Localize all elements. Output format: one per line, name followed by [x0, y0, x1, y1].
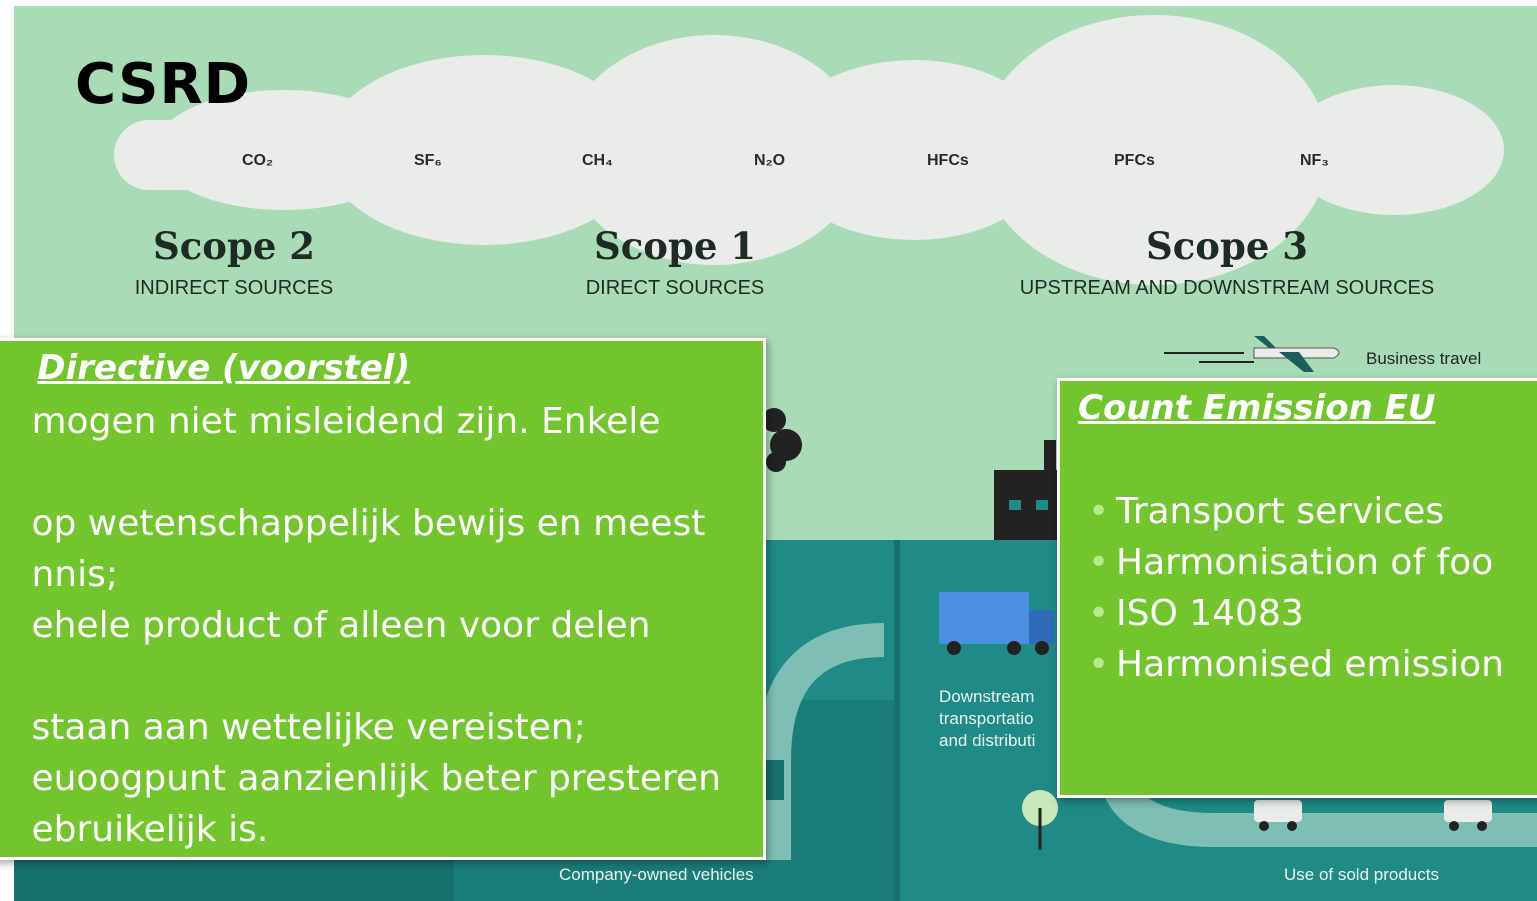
- gas-label: PFCs: [1114, 152, 1155, 169]
- list-item-label: Harmonised emission: [1116, 644, 1504, 685]
- gas-label: HFCs: [927, 152, 969, 169]
- list-item: • Harmonised emission: [1078, 639, 1504, 690]
- callout-line: [31, 447, 721, 498]
- callout-line: nnis;: [31, 554, 118, 595]
- sold-products-label: Use of sold products: [1284, 865, 1439, 884]
- gas-label: CH₄: [582, 152, 613, 169]
- downstream-label: transportatio: [939, 709, 1034, 728]
- top-border: [14, 0, 1537, 6]
- callout-line: ehele product of alleen voor delen: [31, 605, 651, 646]
- list-item: • Transport services: [1078, 486, 1504, 537]
- downstream-label: Downstream: [939, 687, 1034, 706]
- list-item: • ISO 14083: [1078, 588, 1504, 639]
- gas-label: CO₂: [242, 152, 273, 169]
- bullet-icon: •: [1088, 644, 1110, 685]
- callout-line: op wetenschappelijk bewijs en meest: [31, 503, 706, 544]
- callout-line: staan aan wettelijke vereisten;: [31, 707, 586, 748]
- company-vehicles-label: Company-owned vehicles: [559, 865, 754, 884]
- gas-label: N₂O: [754, 152, 785, 169]
- scope-3-title: Scope 3: [1146, 224, 1308, 268]
- scope-2-title: Scope 2: [153, 224, 315, 268]
- list-item: • Harmonisation of foo: [1078, 537, 1504, 588]
- green-claims-callout: Directive (voorstel) mogen niet misleide…: [0, 338, 766, 860]
- scope-3-subtitle: UPSTREAM AND DOWNSTREAM SOURCES: [1019, 277, 1435, 299]
- downstream-label: and distributi: [939, 731, 1035, 750]
- list-item-label: Harmonisation of foo: [1116, 542, 1494, 583]
- list-item-label: Transport services: [1116, 491, 1445, 532]
- scope-1-title: Scope 1: [594, 224, 756, 268]
- list-item-label: ISO 14083: [1116, 593, 1304, 634]
- slide-title: CSRD: [75, 52, 252, 117]
- callout-line: mogen niet misleidend zijn. Enkele: [31, 401, 661, 442]
- callout-line: [31, 651, 721, 702]
- gas-label: SF₆: [414, 152, 442, 169]
- business-travel-label: Business travel: [1366, 349, 1481, 368]
- callout-line: ebruikelijk is.: [31, 809, 269, 850]
- callout-line: euoogpunt aanzienlijk beter presteren: [31, 758, 721, 799]
- callout-list: • Transport services • Harmonisation of fo…: [1078, 486, 1504, 690]
- callout-text: mogen niet misleidend zijn. Enkele op we…: [31, 396, 721, 855]
- callout-heading: Directive (voorstel): [37, 348, 410, 388]
- callout-heading: Count Emission EU: [1078, 388, 1436, 428]
- gas-label: NF₃: [1300, 152, 1329, 169]
- bullet-icon: •: [1088, 593, 1110, 634]
- scope-1-subtitle: DIRECT SOURCES: [585, 277, 765, 299]
- bullet-icon: •: [1088, 542, 1110, 583]
- count-emission-eu-callout: Count Emission EU • Transport services • H…: [1057, 378, 1537, 798]
- bullet-icon: •: [1088, 491, 1110, 532]
- scope-2-subtitle: INDIRECT SOURCES: [134, 277, 334, 299]
